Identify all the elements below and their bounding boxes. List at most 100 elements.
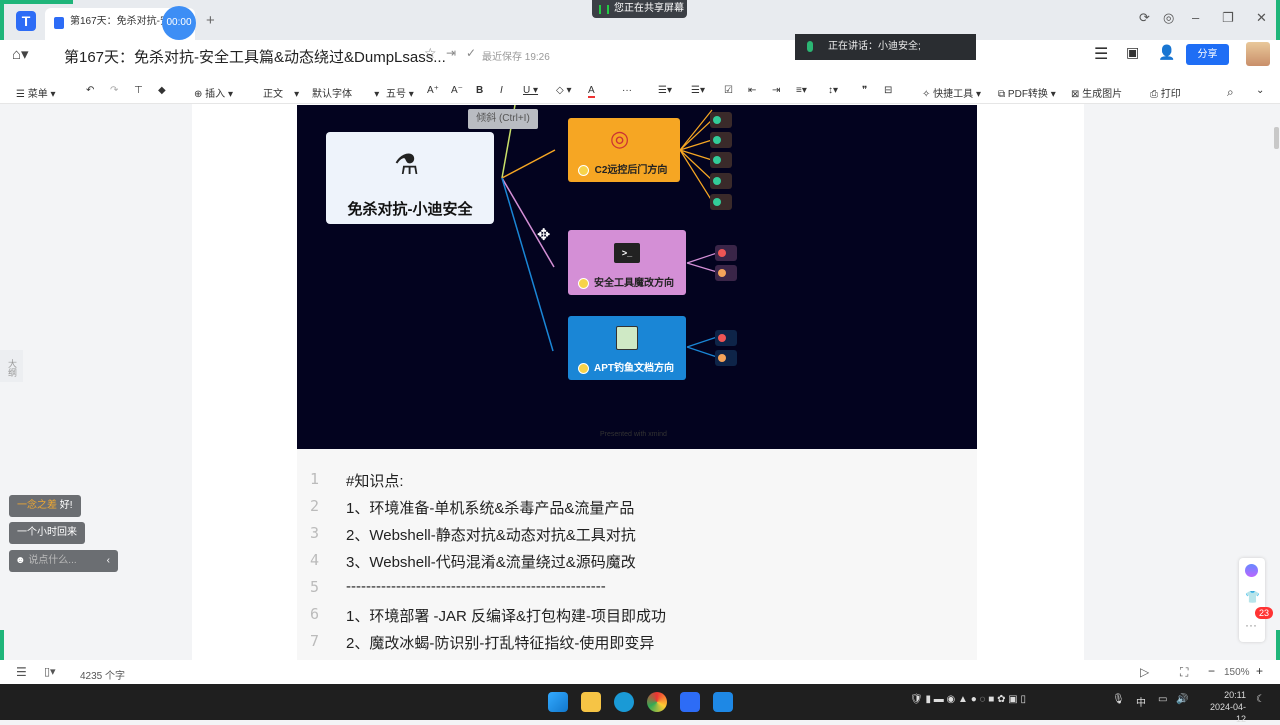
share-button[interactable]: 分享 — [1186, 44, 1229, 65]
leaf-node[interactable] — [710, 112, 732, 128]
generate-image-button[interactable]: ⊠ 生成图片 — [1071, 85, 1122, 100]
pdf-convert-button[interactable]: ⧉ PDF转换 ▾ — [998, 85, 1056, 100]
ime-indicator[interactable]: 中 — [1136, 694, 1146, 709]
quick-tools-label: 快捷工具 — [933, 89, 974, 100]
fullscreen-icon[interactable]: ⛶ — [1180, 665, 1188, 680]
play-icon[interactable]: ▷ — [1140, 665, 1149, 679]
sync-icon[interactable]: ⟳ — [1139, 10, 1150, 26]
more-icon[interactable]: ··· — [622, 85, 632, 96]
edge-icon[interactable] — [614, 692, 634, 712]
word-count[interactable]: 4235 个字 — [80, 667, 125, 682]
highlight-icon[interactable]: ◇ ▾ — [556, 85, 572, 96]
underline-icon[interactable]: U ▾ — [523, 85, 538, 96]
zoom-out-button[interactable]: − — [1208, 664, 1215, 678]
star-icon[interactable]: ☆ — [424, 45, 437, 62]
font-size-select[interactable]: 五号 ▾ — [386, 85, 414, 100]
mindmap-node-tools[interactable]: >_ 安全工具魔改方向 — [568, 230, 686, 295]
present-icon[interactable]: ▣ — [1126, 44, 1139, 61]
chrome-icon[interactable] — [647, 692, 667, 712]
app-logo[interactable]: T — [16, 11, 36, 31]
close-button[interactable]: ✕ — [1256, 10, 1267, 26]
scrollbar[interactable] — [1274, 127, 1279, 149]
search-icon[interactable]: ⌕ — [1227, 85, 1234, 100]
chevron-down-icon[interactable]: ⌄ — [1256, 85, 1264, 96]
mindmap-root-node[interactable]: ⚗ 免杀对抗-小迪安全 — [326, 132, 494, 224]
new-tab-button[interactable]: + — [206, 12, 215, 29]
leaf-node[interactable] — [715, 265, 737, 281]
zoom-level[interactable]: 150% — [1224, 667, 1250, 678]
insert-button[interactable]: ⊕ 插入 ▾ — [194, 85, 233, 100]
quote-icon[interactable]: ❞ — [862, 85, 867, 96]
font-select[interactable]: 默认字体 ▾ — [312, 85, 379, 100]
page-icon[interactable]: ▯▾ — [44, 665, 56, 678]
maximize-button[interactable]: ❐ — [1222, 10, 1234, 26]
code-line[interactable]: #知识点: — [346, 470, 404, 491]
paragraph-style-select[interactable]: 正文 ▾ — [263, 85, 299, 100]
night-mode-icon[interactable]: ☾ — [1256, 694, 1265, 705]
code-line[interactable]: 1、环境部署 -JAR 反编译&打包构建-项目即成功 — [346, 605, 666, 626]
more-icon[interactable]: ··· — [1245, 618, 1257, 632]
bold-icon[interactable]: B — [476, 85, 483, 96]
outdent-icon[interactable]: ⇤ — [748, 85, 756, 96]
align-icon[interactable]: ≡▾ — [796, 85, 807, 96]
code-line[interactable]: 1、环境准备-单机系统&杀毒产品&流量产品 — [346, 497, 634, 518]
leaf-node[interactable] — [710, 173, 732, 189]
outline-icon[interactable]: ☰ — [16, 665, 27, 679]
leaf-node[interactable] — [710, 132, 732, 148]
redo-icon[interactable]: ↷ — [110, 85, 118, 96]
volume-icon[interactable]: 🔊 — [1176, 694, 1188, 705]
collaborator-icon[interactable]: 👤 — [1158, 44, 1175, 61]
line-spacing-icon[interactable]: ↕▾ — [828, 85, 838, 96]
checklist-icon[interactable]: ☑ — [724, 85, 733, 96]
code-line[interactable]: 3、Webshell-代码混淆&流量绕过&源码魔改 — [346, 551, 636, 572]
zoom-in-button[interactable]: + — [1256, 664, 1263, 678]
ai-assistant-icon[interactable] — [1245, 564, 1258, 577]
numbered-list-icon[interactable]: ☰▾ — [691, 85, 705, 96]
eraser-icon[interactable]: ◆ — [158, 85, 166, 96]
mic-tray-icon[interactable]: 🎙 — [1112, 694, 1125, 705]
decrease-font-icon[interactable]: A⁻ — [451, 85, 463, 96]
quick-tools-button[interactable]: ✧ 快捷工具 ▾ — [922, 85, 981, 100]
file-explorer-icon[interactable] — [581, 692, 601, 712]
minimize-button[interactable]: – — [1192, 10, 1199, 25]
leaf-node[interactable] — [715, 330, 737, 346]
font-color-icon[interactable]: A — [588, 85, 595, 98]
format-painter-icon[interactable]: ⊤ — [134, 85, 143, 96]
mindmap-node-c2[interactable]: ◎ C2远控后门方向 — [568, 118, 680, 182]
collapse-icon[interactable]: ‹ — [107, 550, 110, 572]
menu-icon[interactable]: ☰ — [1094, 44, 1108, 64]
code-line[interactable]: 2、Webshell-静态对抗&动态对抗&工具对抗 — [346, 524, 636, 545]
meeting-icon[interactable] — [713, 692, 733, 712]
recording-timer[interactable]: 00:00 — [162, 6, 196, 40]
mindmap-node-apt[interactable]: APT钓鱼文档方向 — [568, 316, 686, 380]
undo-icon[interactable]: ↶ — [86, 85, 94, 96]
outline-toggle[interactable]: 大纲 — [0, 350, 23, 382]
italic-icon[interactable]: I — [500, 85, 503, 96]
theme-icon[interactable]: 👕 — [1245, 590, 1260, 604]
indent-icon[interactable]: ⇥ — [772, 85, 780, 96]
tencent-docs-icon[interactable] — [680, 692, 700, 712]
code-line[interactable]: ----------------------------------------… — [346, 578, 606, 595]
avatar[interactable] — [1246, 42, 1270, 66]
screen-share-badge[interactable]: 您正在共享屏幕 — [592, 0, 687, 18]
settings-icon[interactable]: ◎ — [1163, 10, 1174, 26]
network-icon[interactable]: ▭ — [1158, 694, 1167, 705]
tray-icons[interactable]: 🛡 ▮ ▬ ◉ ▲ ● ◌ ■ ✿ ▣ ▯ — [910, 694, 1026, 705]
menu-button[interactable]: ☰ 菜单 ▾ — [16, 85, 56, 100]
increase-font-icon[interactable]: A⁺ — [427, 85, 439, 96]
mindmap-image[interactable]: ⚗ 免杀对抗-小迪安全 ◎ C2远控后门方向 >_ 安全工具魔改方向 APT钓鱼… — [297, 105, 977, 449]
leaf-node[interactable] — [715, 350, 737, 366]
start-icon[interactable] — [548, 692, 568, 712]
home-icon[interactable]: ⌂▾ — [12, 45, 29, 63]
leaf-node[interactable] — [710, 194, 732, 210]
leaf-node[interactable] — [715, 245, 737, 261]
print-button[interactable]: ⎙ 打印 — [1150, 85, 1181, 100]
emoji-icon[interactable]: ☻ — [15, 555, 26, 566]
leaf-node[interactable] — [710, 152, 732, 168]
move-icon[interactable]: ⇥ — [446, 46, 456, 60]
code-line[interactable]: 2、魔改冰蝎-防识别-打乱特征指纹-使用即变异 — [346, 632, 654, 653]
bullet-list-icon[interactable]: ☰▾ — [658, 85, 672, 96]
chat-input[interactable]: ☻ 说点什么... ‹ — [9, 550, 118, 572]
divider-icon[interactable]: ⊟ — [884, 85, 892, 96]
doc-title[interactable]: 第167天：免杀对抗-安全工具篇&动态绕过&DumpLsass... — [64, 46, 446, 67]
